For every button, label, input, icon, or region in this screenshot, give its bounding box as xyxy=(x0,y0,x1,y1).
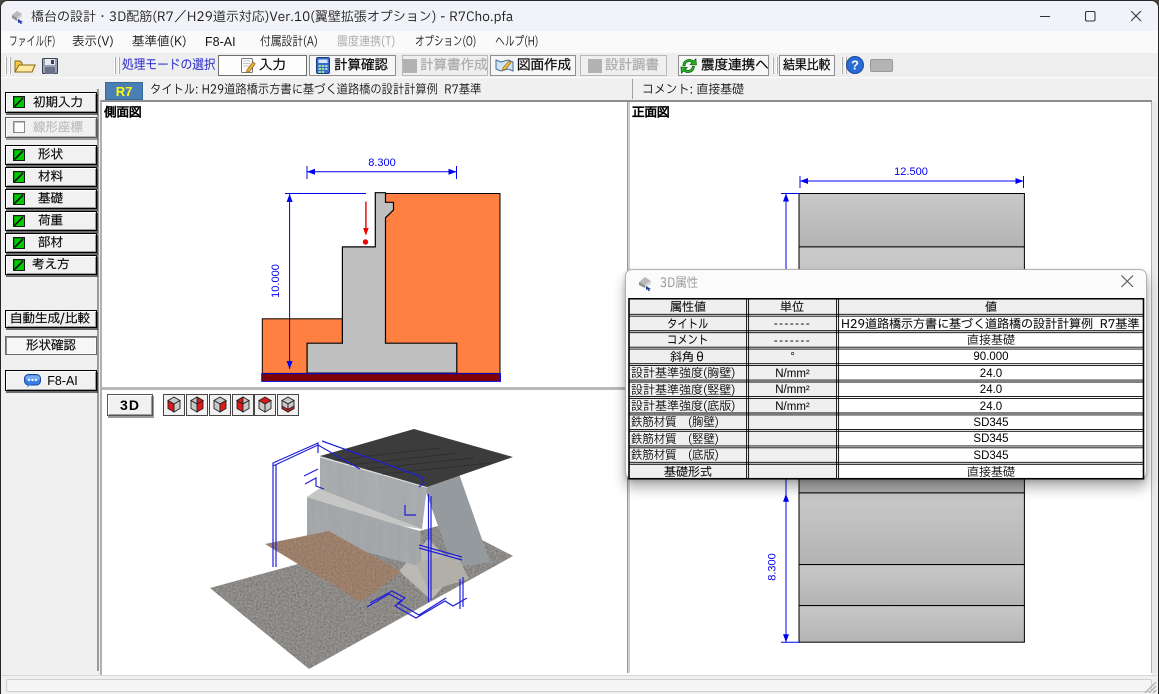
svg-text:8.300: 8.300 xyxy=(368,157,396,169)
svg-text:12.500: 12.500 xyxy=(894,166,928,178)
svg-text:10.000: 10.000 xyxy=(270,264,282,298)
svg-text:?: ? xyxy=(851,58,859,73)
svg-text:8.300: 8.300 xyxy=(767,553,779,581)
